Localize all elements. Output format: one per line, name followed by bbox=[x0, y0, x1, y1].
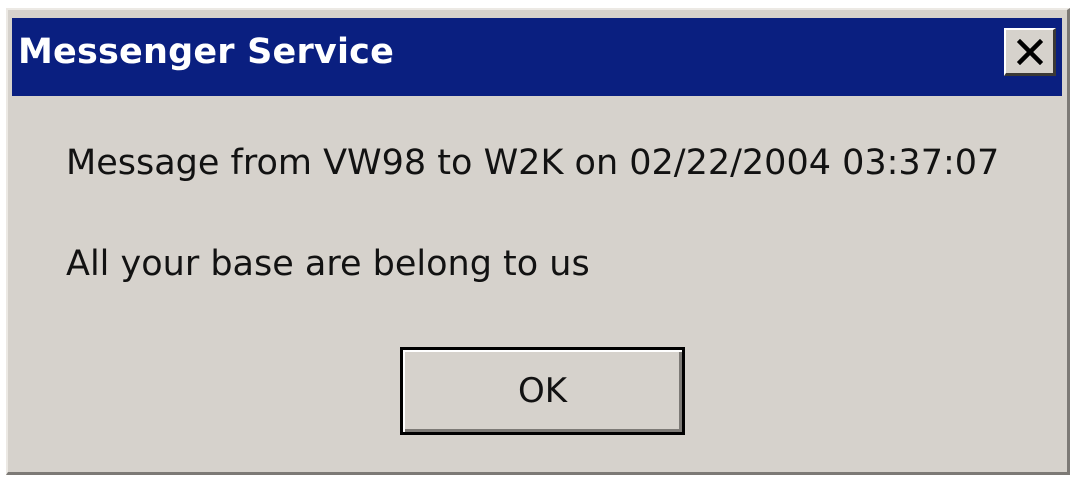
close-button[interactable] bbox=[1004, 28, 1056, 76]
ok-button-label: OK bbox=[517, 371, 568, 411]
ok-button[interactable]: OK bbox=[400, 347, 685, 435]
message-header: Message from VW98 to W2K on 02/22/2004 0… bbox=[66, 143, 1000, 183]
title-bar[interactable]: Messenger Service bbox=[12, 18, 1062, 96]
close-icon bbox=[1017, 39, 1043, 65]
window-title: Messenger Service bbox=[18, 32, 395, 72]
message-body: All your base are belong to us bbox=[66, 244, 590, 284]
messenger-service-dialog: Messenger Service Message from VW98 to W… bbox=[6, 8, 1070, 475]
